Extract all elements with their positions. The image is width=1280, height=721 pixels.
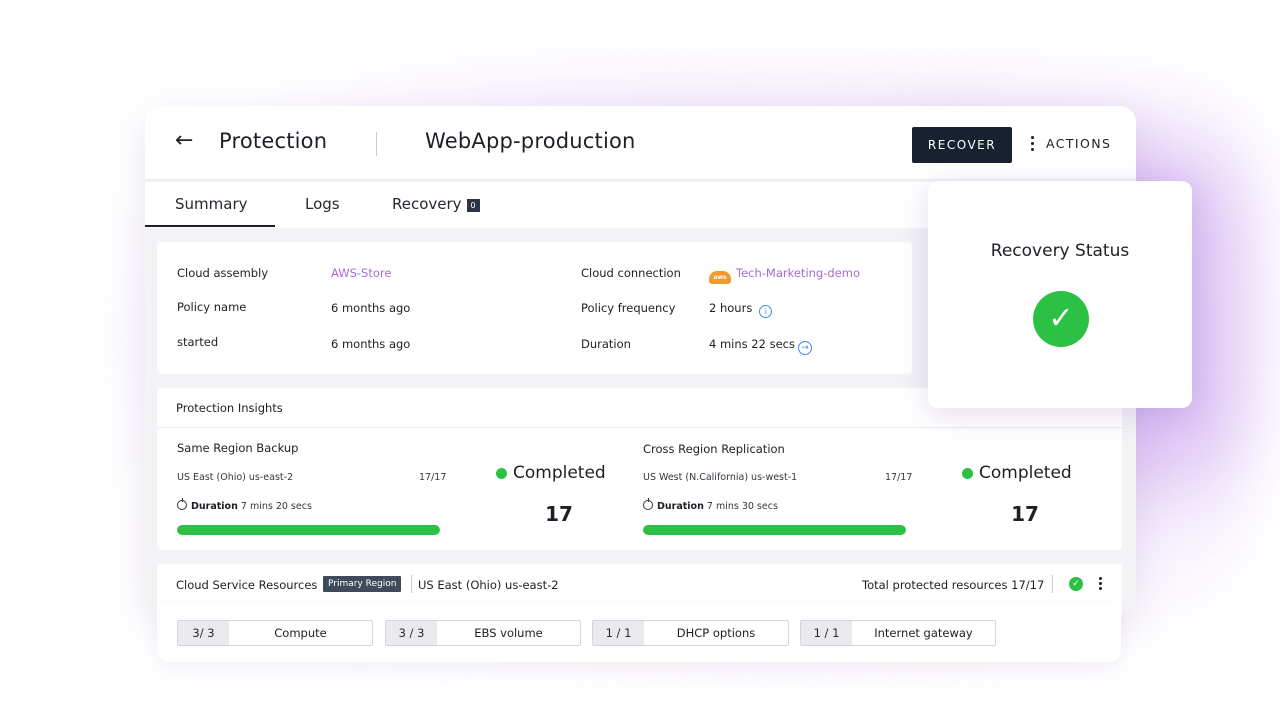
chip-label: DHCP options: [676, 626, 756, 640]
cross-region-status: Completed: [962, 463, 1072, 483]
resources-kebab-icon[interactable]: [1099, 577, 1102, 590]
recover-button[interactable]: RECOVER: [912, 127, 1012, 163]
resources-title: Cloud Service Resources: [176, 578, 318, 592]
recovery-status-title: Recovery Status: [990, 241, 1130, 261]
protection-insights-panel: Protection Insights Same Region Backup U…: [157, 388, 1122, 550]
chip-label: Compute: [274, 626, 327, 640]
chip-count: 1 / 1: [593, 621, 644, 645]
started-value: 6 months ago: [331, 337, 411, 351]
active-tab-indicator: [145, 225, 275, 227]
cloud-connection-value: Tech-Marketing-demo: [736, 266, 860, 280]
check-circle-icon: ✓: [1069, 577, 1083, 591]
recovery-status-card: Recovery Status ✓: [928, 181, 1192, 408]
actions-label: ACTIONS: [1046, 136, 1112, 151]
page-header: ← Protection WebApp-production RECOVER A…: [145, 106, 1136, 180]
stopwatch-icon: [643, 498, 653, 510]
policy-frequency-label: Policy frequency: [581, 301, 676, 315]
cross-region-status-text: Completed: [979, 463, 1072, 483]
status-dot-icon: [962, 467, 973, 479]
tab-summary[interactable]: Summary: [175, 195, 248, 213]
duration-label: Duration: [581, 337, 631, 351]
chip-count: 1 / 1: [801, 621, 852, 645]
started-label: started: [177, 335, 219, 349]
insights-title: Protection Insights: [176, 401, 283, 415]
resource-name: WebApp-production: [425, 129, 636, 153]
resource-chip-ebs-volume[interactable]: 3 / 3 EBS volume: [385, 620, 581, 646]
resource-chip-dhcp-options[interactable]: 1 / 1 DHCP options: [592, 620, 789, 646]
cross-region-progress-fill: [643, 525, 906, 535]
resources-divider: [411, 575, 412, 593]
cross-region-duration-value: 7 mins 30 secs: [706, 501, 778, 512]
total-protected-resources: Total protected resources 17/17: [862, 578, 1045, 592]
arrow-right-circle-icon[interactable]: →: [797, 341, 812, 355]
policy-frequency-text: 2 hours: [709, 301, 753, 315]
cross-region-count: 17: [1011, 502, 1039, 526]
details-panel: Cloud assembly AWS-Store Policy name 6 m…: [157, 242, 912, 374]
same-region-progress-bar: [177, 525, 440, 535]
cloud-assembly-link[interactable]: AWS-Store: [331, 266, 391, 280]
cross-region-duration: Duration 7 mins 30 secs: [643, 498, 778, 512]
cross-region-title: Cross Region Replication: [643, 442, 785, 456]
chip-label: Internet gateway: [874, 626, 973, 640]
page-title: Protection: [219, 129, 328, 153]
same-region-count: 17: [545, 502, 573, 526]
same-region-title: Same Region Backup: [177, 441, 299, 455]
cross-region-duration-label: Duration: [657, 501, 704, 512]
resource-chip-compute[interactable]: 3/ 3 Compute: [177, 620, 373, 646]
kebab-icon: [1031, 136, 1034, 151]
tab-recovery[interactable]: Recovery 0: [392, 195, 480, 213]
tab-recovery-label: Recovery: [392, 195, 462, 213]
primary-region-badge: Primary Region: [323, 576, 402, 592]
resources-region: US East (Ohio) us-east-2: [418, 578, 559, 592]
success-check-icon: ✓: [1033, 291, 1089, 347]
cloud-connection-link[interactable]: aws Tech-Marketing-demo: [709, 266, 860, 284]
same-region-duration-label: Duration: [191, 501, 238, 512]
resource-chip-internet-gateway[interactable]: 1 / 1 Internet gateway: [800, 620, 996, 646]
cross-region-name: US West (N.California) us-west-1: [643, 472, 798, 483]
duration-value: 4 mins 22 secs →: [709, 337, 812, 355]
same-region-progress-fill: [177, 525, 440, 535]
tab-logs[interactable]: Logs: [305, 195, 340, 213]
same-region-status-text: Completed: [513, 463, 606, 483]
resource-chips-panel: 3/ 3 Compute 3 / 3 EBS volume 1 / 1 DHCP…: [157, 604, 1121, 662]
status-dot-icon: [496, 467, 507, 479]
back-arrow-icon[interactable]: ←: [175, 128, 193, 153]
cloud-assembly-label: Cloud assembly: [177, 266, 269, 280]
cloud-connection-label: Cloud connection: [581, 266, 681, 280]
cross-region-progress-bar: [643, 525, 906, 535]
info-icon[interactable]: i: [759, 305, 773, 318]
chip-label: EBS volume: [474, 626, 543, 640]
same-region-duration: Duration 7 mins 20 secs: [177, 498, 312, 512]
same-region-name: US East (Ohio) us-east-2: [177, 472, 294, 483]
same-region-status: Completed: [496, 463, 606, 483]
same-region-duration-value: 7 mins 20 secs: [240, 501, 312, 512]
header-divider: [376, 132, 377, 156]
resources-divider-right: [1052, 575, 1053, 593]
aws-cloud-icon: aws: [709, 271, 731, 284]
chip-count: 3 / 3: [386, 621, 437, 645]
cross-region-fraction: 17/17: [885, 472, 913, 483]
duration-text: 4 mins 22 secs: [709, 337, 795, 351]
chip-count: 3/ 3: [178, 621, 229, 645]
same-region-fraction: 17/17: [419, 472, 447, 483]
policy-name-value: 6 months ago: [331, 301, 411, 315]
stopwatch-icon: [177, 498, 187, 510]
policy-frequency-value: 2 hours i: [709, 301, 773, 318]
policy-name-label: Policy name: [177, 300, 247, 314]
actions-menu[interactable]: ACTIONS: [1031, 136, 1111, 151]
recovery-count-badge: 0: [466, 199, 480, 212]
